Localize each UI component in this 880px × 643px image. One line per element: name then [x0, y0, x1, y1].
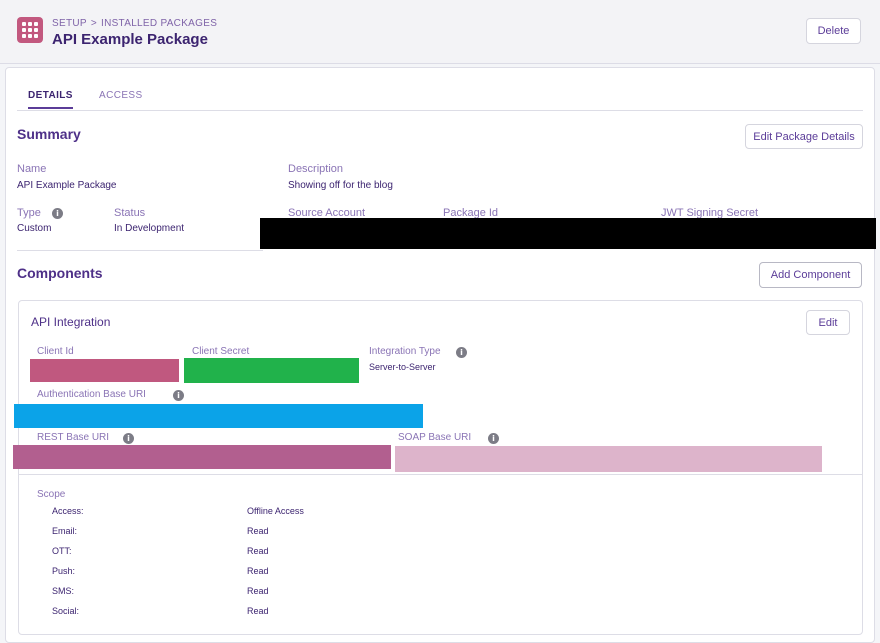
- delete-button[interactable]: Delete: [806, 18, 861, 44]
- scope-value: Read: [247, 606, 269, 616]
- page-title: API Example Package: [52, 31, 208, 48]
- client-id-redaction: [30, 359, 179, 382]
- add-component-button[interactable]: Add Component: [759, 262, 862, 288]
- tab-details[interactable]: DETAILS: [28, 90, 73, 109]
- soap-base-uri-redaction: [395, 446, 822, 472]
- breadcrumb-separator: >: [90, 18, 97, 29]
- grid-icon: [17, 17, 43, 43]
- info-icon[interactable]: i: [123, 433, 134, 444]
- info-icon[interactable]: i: [52, 208, 63, 219]
- name-value: API Example Package: [17, 180, 117, 191]
- breadcrumb: SETUP > INSTALLED PACKAGES: [52, 18, 217, 29]
- tab-bar: DETAILS ACCESS: [17, 90, 863, 111]
- rest-base-uri-redaction: [13, 445, 391, 469]
- name-label: Name: [17, 163, 47, 175]
- page-header: SETUP > INSTALLED PACKAGES API Example Pac…: [0, 0, 880, 64]
- integration-type-value: Server-to-Server: [369, 362, 436, 372]
- description-value: Showing off for the blog: [288, 180, 393, 191]
- client-id-label: Client Id: [37, 346, 74, 357]
- scope-value: Read: [247, 586, 269, 596]
- scope-key: Social:: [52, 606, 80, 616]
- scope-value: Read: [247, 526, 269, 536]
- scope-key: OTT:: [52, 546, 72, 556]
- status-label: Status: [114, 207, 146, 219]
- auth-base-uri-redaction: [14, 404, 423, 428]
- scope-value: Offline Access: [247, 506, 304, 516]
- edit-package-details-button[interactable]: Edit Package Details: [745, 124, 863, 149]
- breadcrumb-setup[interactable]: SETUP: [52, 18, 87, 29]
- api-integration-title: API Integration: [31, 315, 111, 329]
- info-icon[interactable]: i: [488, 433, 499, 444]
- scope-key: Access:: [52, 506, 84, 516]
- summary-title: Summary: [17, 126, 81, 142]
- type-value: Custom: [17, 223, 52, 234]
- scope-value: Read: [247, 566, 269, 576]
- info-icon[interactable]: i: [456, 347, 467, 358]
- details-card: DETAILS ACCESS Summary Edit Package Deta…: [5, 67, 876, 643]
- breadcrumb-installed-packages[interactable]: INSTALLED PACKAGES: [101, 18, 217, 29]
- tab-access[interactable]: ACCESS: [99, 90, 143, 107]
- summary-divider: [17, 250, 263, 251]
- auth-base-uri-label: Authentication Base URI: [37, 389, 146, 400]
- client-secret-redaction: [184, 358, 359, 383]
- edit-button[interactable]: Edit: [806, 310, 850, 335]
- integration-divider: [19, 474, 862, 475]
- client-secret-label: Client Secret: [192, 346, 250, 357]
- scope-key: Push:: [52, 566, 76, 576]
- status-value: In Development: [114, 223, 185, 234]
- components-title: Components: [17, 265, 103, 281]
- scope-label: Scope: [37, 489, 66, 500]
- info-icon[interactable]: i: [173, 390, 184, 401]
- type-label: Type: [17, 207, 41, 219]
- rest-base-uri-label: REST Base URI: [37, 432, 110, 443]
- description-label: Description: [288, 163, 344, 175]
- integration-type-label: Integration Type: [369, 346, 441, 357]
- soap-base-uri-label: SOAP Base URI: [398, 432, 472, 443]
- redaction-bar: [260, 218, 876, 249]
- scope-value: Read: [247, 546, 269, 556]
- scope-key: Email:: [52, 526, 78, 536]
- scope-key: SMS:: [52, 586, 75, 596]
